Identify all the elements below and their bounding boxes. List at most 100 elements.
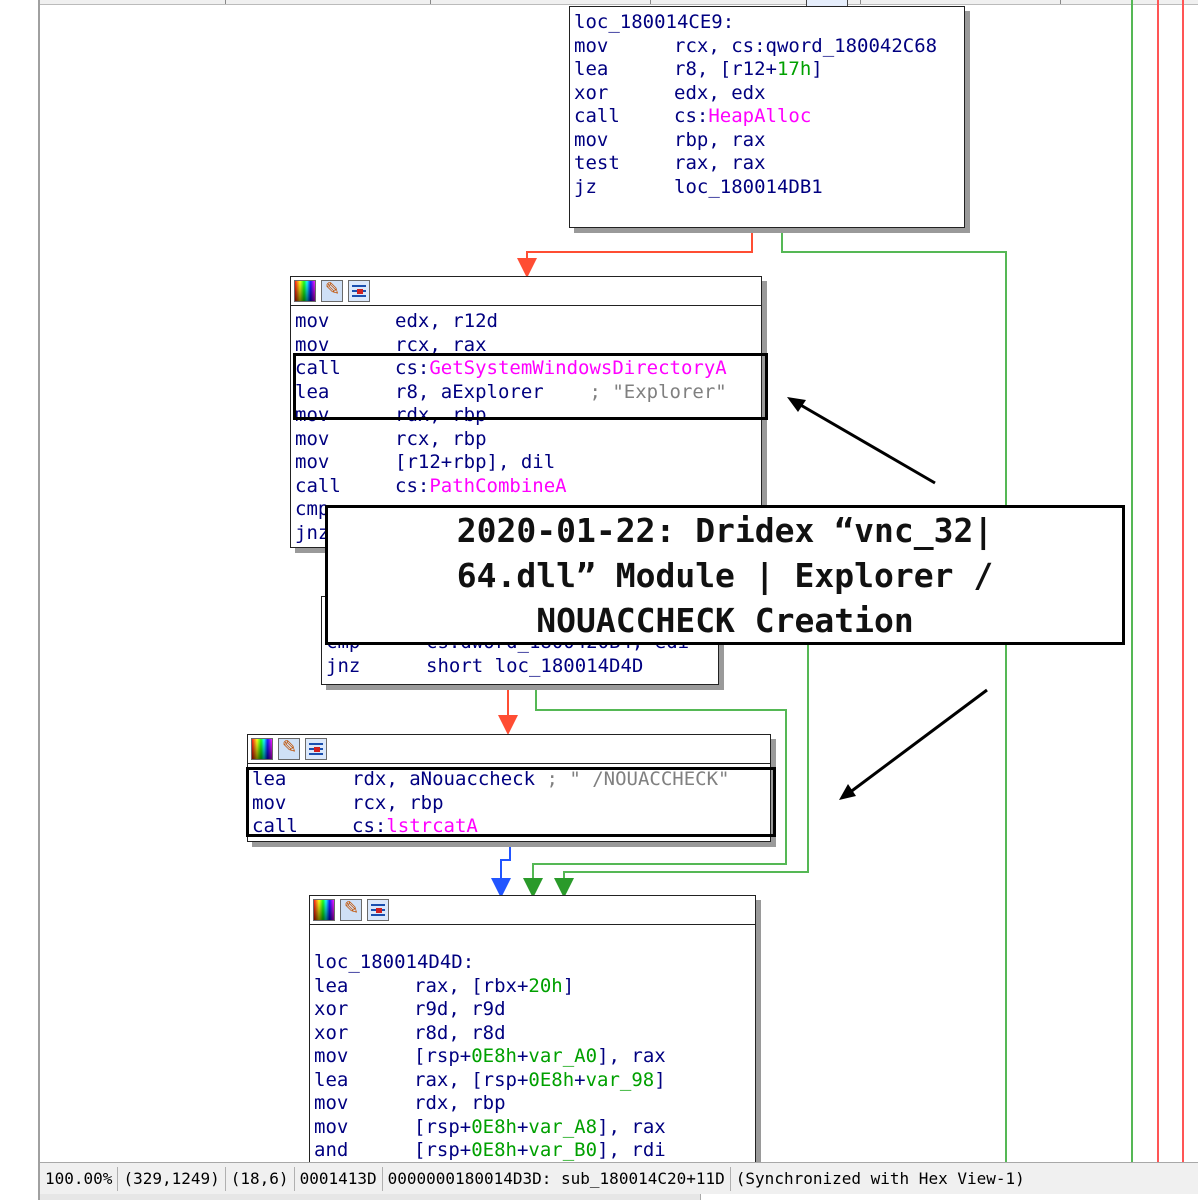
mnemonic: xor xyxy=(314,1021,349,1044)
operand: r8d, r8d xyxy=(414,1021,506,1044)
color-palette-icon[interactable] xyxy=(251,738,273,760)
highlight-nouaccheck xyxy=(246,767,776,837)
bottom-edge xyxy=(40,1194,1198,1200)
operand: + xyxy=(574,1068,586,1091)
operand: ], rax xyxy=(597,1045,666,1067)
operand: rax, [rsp+ xyxy=(414,1068,529,1091)
immediate-value: 0E8h xyxy=(471,1139,517,1161)
status-mouse-pos: (329,1249) xyxy=(118,1167,226,1191)
mnemonic: mov xyxy=(295,310,330,332)
api-call-name[interactable]: PathCombineA xyxy=(429,475,566,497)
operand: + xyxy=(516,1045,529,1067)
annotation-title: 2020-01-22: Dridex “vnc_32| 64.dll” Modu… xyxy=(456,510,994,640)
mnemonic: mov xyxy=(314,1092,349,1114)
color-palette-icon[interactable] xyxy=(294,280,316,302)
mnemonic: mov xyxy=(314,1115,349,1138)
block-label: loc_180014D4D: xyxy=(314,951,475,973)
immediate-value: 0E8h xyxy=(528,1068,575,1091)
operand: edx, edx xyxy=(674,81,766,104)
code-block-loc-180014ce9[interactable]: loc_180014CE9: mov rcx, cs:qword_180042C6… xyxy=(569,6,965,228)
status-zoom: 100.00% xyxy=(40,1167,119,1191)
mnemonic: mov xyxy=(314,1045,349,1067)
operand: ] xyxy=(811,58,823,80)
instruction-line[interactable]: lea r8, [r12+17h] xyxy=(574,58,964,82)
status-address: 0000000180014D3D: sub_180014C20+11D xyxy=(383,1167,731,1191)
status-cursor-pos: (18,6) xyxy=(226,1167,295,1191)
edge-uncond-4 xyxy=(491,842,511,898)
instruction-line[interactable]: lea rax, [rbx+20h] xyxy=(314,975,755,999)
operand: r9d, r9d xyxy=(414,998,506,1020)
immediate-value: 17h xyxy=(776,58,812,80)
annotation-arrow-2 xyxy=(844,688,988,798)
operand: rax, rax xyxy=(674,152,766,174)
operand: [rsp+ xyxy=(414,1139,472,1161)
mnemonic: jnz xyxy=(326,654,361,677)
instruction-line[interactable]: xor r8d, r8d xyxy=(314,1022,755,1046)
block-toolbar xyxy=(248,735,770,764)
status-bar: 100.00% (329,1249) (18,6) 0001413D 00000… xyxy=(40,1162,1198,1195)
operand: rax, [rbx+ xyxy=(414,974,529,997)
instruction-line[interactable]: xor edx, edx xyxy=(574,82,964,106)
mnemonic: lea xyxy=(314,1068,349,1091)
immediate-value: 20h xyxy=(528,974,563,997)
mnemonic: call xyxy=(295,474,341,497)
operand: edx, r12d xyxy=(395,310,498,332)
status-sync: (Synchronized with Hex View-1) xyxy=(735,1169,1025,1188)
instruction-line[interactable]: call cs:HeapAlloc xyxy=(574,105,964,129)
operand: rcx, rbp xyxy=(395,427,487,450)
mnemonic: lea xyxy=(574,58,609,80)
mnemonic: test xyxy=(574,152,620,174)
mnemonic: mov xyxy=(295,427,330,450)
instruction-line[interactable]: call cs:PathCombineA xyxy=(295,475,761,499)
instruction-line[interactable]: mov rbp, rax xyxy=(574,129,964,153)
operand: + xyxy=(516,1139,529,1161)
graph-view-icon[interactable] xyxy=(348,280,370,302)
operand: rbp, rax xyxy=(674,128,766,151)
operand: ], rax xyxy=(597,1115,666,1138)
api-call-name[interactable]: HeapAlloc xyxy=(708,105,811,127)
instruction-line[interactable]: mov rcx, cs:qword_180042C68 xyxy=(574,35,964,59)
immediate-value: 0E8h xyxy=(471,1115,517,1138)
mnemonic: xor xyxy=(314,998,349,1020)
graph-view-icon[interactable] xyxy=(305,738,327,760)
instruction-line[interactable]: mov [r12+rbp], dil xyxy=(295,451,761,475)
block-toolbar xyxy=(310,896,755,925)
highlight-getsystemwindowsdirectory xyxy=(293,353,768,420)
instruction-line[interactable]: jz loc_180014DB1 xyxy=(574,176,964,200)
immediate-value: 0E8h xyxy=(471,1045,517,1067)
rename-pencil-icon[interactable] xyxy=(340,898,362,921)
instruction-line[interactable]: mov rdx, rbp xyxy=(314,1092,755,1116)
color-palette-icon[interactable] xyxy=(313,899,335,921)
operand: ] xyxy=(654,1068,666,1091)
graph-view-icon[interactable] xyxy=(367,899,389,921)
instruction-line[interactable]: mov [rsp+0E8h+var_A0], rax xyxy=(314,1045,755,1069)
block-label: loc_180014CE9: xyxy=(574,11,735,33)
instruction-line[interactable]: mov rcx, rbp xyxy=(295,428,761,452)
instruction-line[interactable]: xor r9d, r9d xyxy=(314,998,755,1022)
instruction-line[interactable]: mov [rsp+0E8h+var_A8], rax xyxy=(314,1116,755,1140)
edge-true-1 xyxy=(517,228,753,278)
code-block-loc-180014d4d[interactable]: loc_180014D4D: lea rax, [rbx+20h] xor r9d, … xyxy=(309,895,756,1172)
operand: r8, [r12+ xyxy=(674,58,777,80)
immediate-value: var_A0 xyxy=(528,1045,598,1067)
mnemonic: mov xyxy=(295,451,330,473)
instruction-line[interactable]: jnz short loc_180014D4D xyxy=(326,655,718,679)
mnemonic: xor xyxy=(574,81,609,104)
instruction-line[interactable]: lea rax, [rsp+0E8h+var_98] xyxy=(314,1069,755,1093)
mnemonic: call xyxy=(574,105,620,127)
operand: + xyxy=(516,1115,529,1138)
edge-false-1 xyxy=(781,228,1007,1162)
immediate-value: var_A8 xyxy=(528,1115,598,1138)
mnemonic: and xyxy=(314,1139,349,1161)
rename-pencil-icon[interactable] xyxy=(278,737,300,760)
mnemonic: mov xyxy=(574,128,609,151)
annotation-title-box: 2020-01-22: Dridex “vnc_32| 64.dll” Modu… xyxy=(325,505,1125,645)
operand: cs: xyxy=(395,474,430,497)
instruction-line[interactable]: test rax, rax xyxy=(574,152,964,176)
rename-pencil-icon[interactable] xyxy=(321,279,343,302)
operand: rcx, cs:qword_180042C68 xyxy=(674,34,938,57)
block-toolbar xyxy=(291,277,761,306)
instruction-line[interactable]: and [rsp+0E8h+var_B0], rdi xyxy=(314,1139,755,1163)
operand: cs: xyxy=(674,105,709,127)
instruction-line[interactable]: mov edx, r12d xyxy=(295,310,761,334)
